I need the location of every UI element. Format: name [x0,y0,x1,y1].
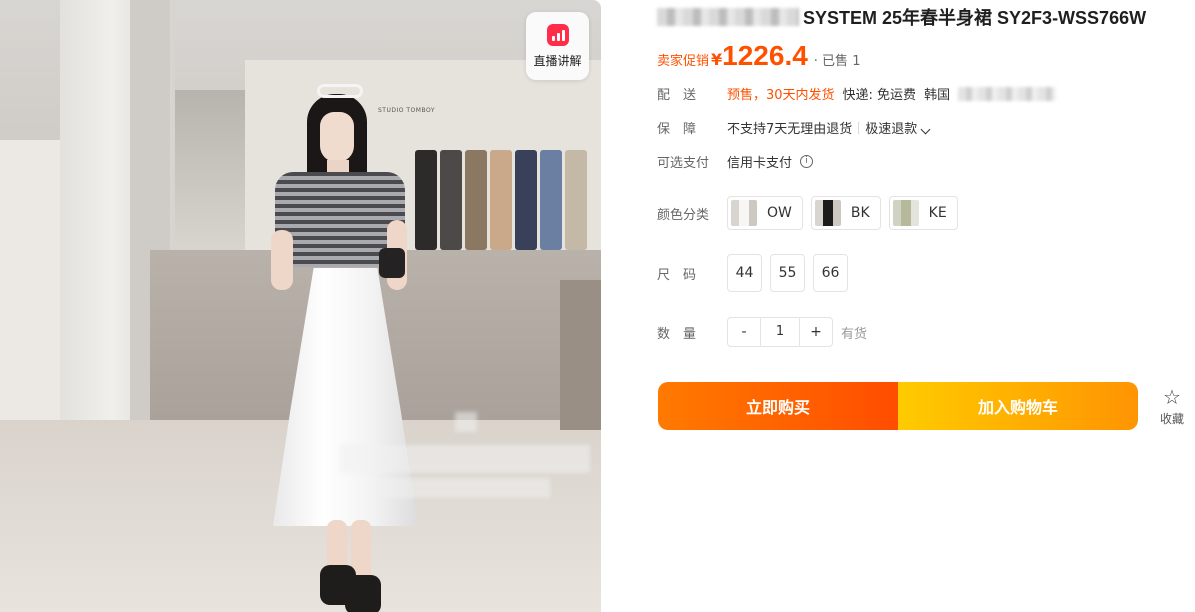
photo-rack [515,150,537,250]
color-option-label: BK [850,205,870,221]
photo-rack [540,150,562,250]
payment-label: 可选支付 [657,156,710,171]
live-explain-label: 直播讲解 [533,54,582,68]
sandal [345,575,381,612]
fast-refund-link[interactable]: 极速退款 [865,118,931,137]
product-main-image[interactable]: STUDIO TOMBOY 直播讲解 [0,0,601,612]
size-option-55[interactable]: 55 [770,254,805,292]
color-thumb-bk [814,200,841,226]
photo-bg-corridor [175,90,245,250]
shipping-label: 配 送 [657,88,697,103]
shipping-row: 配 送 预售，30天内发货 快递: 免运费 韩国 [657,84,1057,103]
photo-rack [565,150,587,250]
quantity-row: 数 量 - 1 + 有货 [657,317,867,347]
watermark-blur [340,445,590,473]
favorite-label: 收藏 [1159,412,1184,426]
model-figure [265,80,425,612]
star-icon: ☆ [1163,385,1181,409]
divider [858,121,860,134]
presale-text: 预售，30天内发货 [727,88,835,103]
location-blurred [958,86,1057,101]
size-option-44[interactable]: 44 [727,254,762,292]
live-stats-icon [546,24,569,46]
guarantee-label: 保 障 [657,122,697,137]
photo-bg-door [560,280,601,430]
info-icon[interactable]: i [800,155,814,168]
guarantee-row: 保 障 不支持7天无理由退货 极速退款 [657,118,931,137]
size-label: 尺 码 [657,267,697,283]
price-currency: ¥ [711,50,723,69]
sunglasses [317,84,363,98]
fast-refund-label: 极速退款 [865,122,918,137]
color-thumb-ke [892,200,919,226]
chevron-down-icon [920,124,931,135]
photo-rack [465,150,487,250]
color-option-bk[interactable]: BK [810,196,881,230]
add-to-cart-button[interactable]: 加入购物车 [898,382,1138,430]
quantity-stepper: - 1 + [727,317,833,347]
no-return-text: 不支持7天无理由退货 [727,122,853,137]
quantity-label: 数 量 [657,326,697,342]
quantity-input[interactable]: 1 [760,318,800,346]
size-row: 尺 码 44 55 66 [657,254,856,292]
color-option-ow[interactable]: OW [727,196,803,230]
favorite-button[interactable]: ☆ 收藏 [1155,386,1189,427]
color-thumb-ow [731,200,757,226]
color-option-ke[interactable]: KE [888,196,958,230]
payment-row: 可选支付 信用卡支付 i [657,152,814,171]
quantity-increase-button[interactable]: + [800,318,832,346]
sold-count: · 已售 1 [813,54,861,69]
stock-status: 有货 [841,326,868,342]
watermark-blur [455,412,477,432]
price-amount: 1226.4 [722,40,808,71]
size-option-66[interactable]: 66 [813,254,848,292]
buy-now-button[interactable]: 立即购买 [658,382,898,430]
quantity-decrease-button[interactable]: - [728,318,760,346]
color-label: 颜色分类 [657,207,710,223]
payment-method: 信用卡支付 [727,156,793,171]
product-title-text: SYSTEM 25年春半身裙 SY2F3-WSS766W [803,8,1147,28]
color-option-label: OW [767,205,792,221]
live-explain-button[interactable]: 直播讲解 [526,12,589,80]
origin-text: 韩国 [924,88,951,103]
color-option-label: KE [928,205,947,221]
handbag [379,248,405,278]
photo-rack [490,150,512,250]
photo-rack [440,150,462,250]
promo-label: 卖家促销 [657,54,710,69]
express-text: 快递: 免运费 [842,88,917,103]
product-title: SYSTEM 25年春半身裙 SY2F3-WSS766W [657,4,1146,30]
watermark-blur [380,478,550,498]
brand-name-blurred [657,8,799,26]
color-row: 颜色分类 OW BK KE [657,196,966,230]
price-row: 卖家促销 ¥ 1226.4 · 已售 1 [657,40,860,72]
